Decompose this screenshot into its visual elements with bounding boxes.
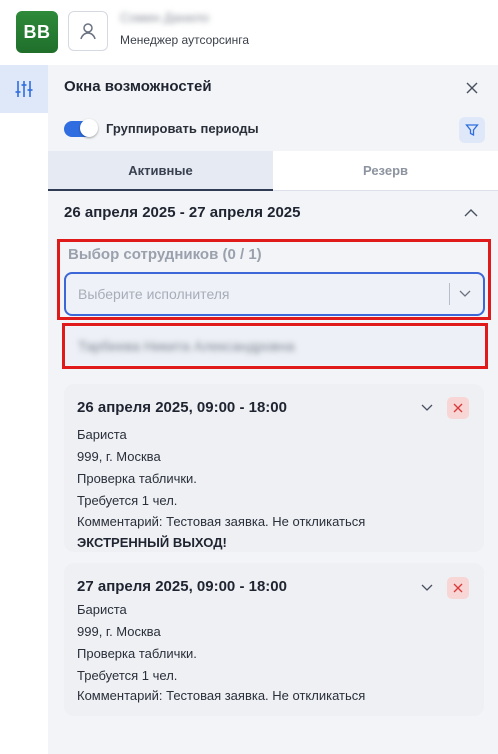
user-name: Сомин Данило [120,10,210,25]
close-icon [466,82,478,94]
shift-role: Бариста [77,427,127,442]
employee-selection-label: Выбор сотрудников (0 / 1) [68,246,262,263]
user-icon [80,23,96,40]
shift-role: Бариста [77,602,127,617]
close-icon [453,403,463,413]
app-logo[interactable]: BB [16,11,58,53]
panel-title: Окна возможностей [64,78,212,95]
shift-note: Проверка таблички. [77,646,197,661]
executor-select-placeholder: Выберите исполнителя [78,286,230,302]
shift-location: 999, г. Москва [77,449,161,464]
shift-required: Требуется 1 чел. [77,668,178,683]
chevron-down-icon[interactable] [458,288,472,300]
sliders-icon [15,81,33,97]
shift-comment: Комментарий: Тестовая заявка. Не отклика… [77,514,366,529]
delete-shift-button[interactable] [447,577,469,599]
delete-shift-button[interactable] [447,397,469,419]
close-button[interactable] [462,78,482,98]
shift-location: 999, г. Москва [77,624,161,639]
selected-employee-name: Тарбеева Никита Александровна [78,338,295,354]
filter-icon [465,124,479,137]
tab-active[interactable]: Активные [48,151,273,191]
shift-comment: Комментарий: Тестовая заявка. Не отклика… [77,688,366,703]
sidebar-filters-button[interactable] [0,65,48,113]
shift-emergency: ЭКСТРЕННЫЙ ВЫХОД! [77,535,227,550]
chevron-down-icon[interactable] [420,402,434,414]
user-role: Менеджер аутсорсинга [120,33,250,47]
toggle-knob[interactable] [80,119,98,137]
shift-note: Проверка таблички. [77,471,197,486]
select-divider [449,283,450,305]
chevron-up-icon[interactable] [462,206,480,220]
group-periods-label: Группировать периоды [106,121,259,136]
shift-card-title: 27 апреля 2025, 09:00 - 18:00 [77,578,287,595]
shift-required: Требуется 1 чел. [77,493,178,508]
shift-card-title: 26 апреля 2025, 09:00 - 18:00 [77,399,287,416]
chevron-down-icon[interactable] [420,582,434,594]
close-icon [453,583,463,593]
period-title: 26 апреля 2025 - 27 апреля 2025 [64,204,301,221]
tab-reserve[interactable]: Резерв [273,151,498,191]
avatar[interactable] [68,11,108,51]
filter-button[interactable] [459,117,485,143]
